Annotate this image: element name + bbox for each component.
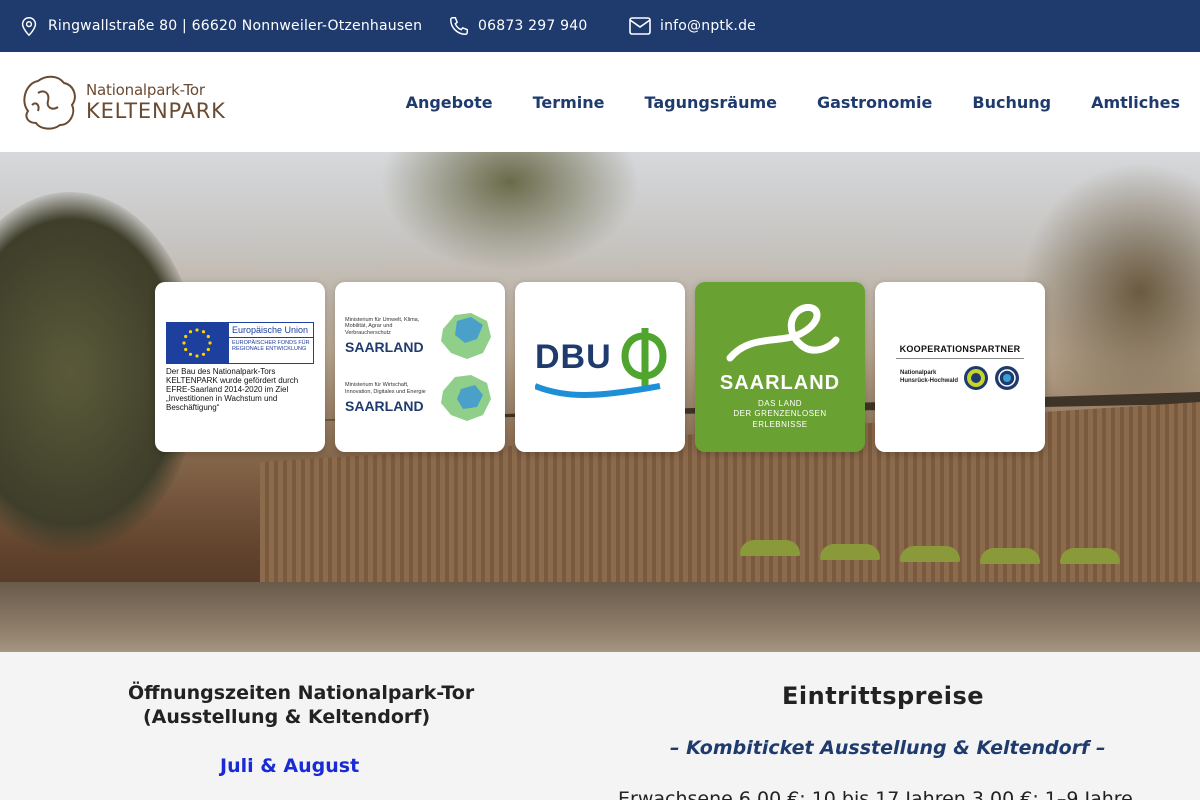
ministerium-wirtschaft-saarland: SAARLAND [345, 398, 424, 415]
ministerium-umwelt-saarland: SAARLAND [345, 339, 424, 356]
info-section: Öffnungszeiten Nationalpark-Tor (Ausstel… [0, 652, 1200, 800]
ministerium-umwelt-text: Ministerium für Umwelt, Klima, Mobilität… [345, 316, 420, 336]
eu-body-text: Der Bau des Nationalpark-Tors KELTENPARK… [166, 366, 299, 413]
phone-icon [450, 17, 468, 35]
partner-card-saarland[interactable]: SAARLAND DAS LAND DER GRENZENLOSEN ERLEB… [695, 282, 865, 452]
hero-umbrella [820, 544, 880, 560]
prices-line: Erwachsene 6,00 €; 10 bis 17 Jahren 3,00… [618, 788, 1133, 800]
saarland-map-icon [441, 375, 491, 421]
opening-hours-title-line-2: (Ausstellung & Keltendorf) [143, 705, 431, 728]
hero-tree-top [380, 152, 640, 272]
nav-item-termine[interactable]: Termine [533, 93, 605, 112]
logo-line-2: KELTENPARK [86, 98, 226, 123]
dbu-leaf-icon [621, 328, 667, 386]
phone-text: 06873 297 940 [478, 18, 588, 34]
unesco-seal-icon [995, 365, 1019, 390]
saarland-slogan-line-1: DAS LAND [757, 398, 802, 408]
dbu-wave-icon [535, 383, 661, 398]
hero-umbrella [900, 546, 960, 562]
eu-flag-icon [166, 321, 228, 364]
partner-card-dbu[interactable]: DBU [515, 282, 685, 452]
nav-item-buchung[interactable]: Buchung [972, 93, 1051, 112]
top-info-bar: Ringwallstraße 80 | 66620 Nonnweiler-Otz… [0, 0, 1200, 52]
partner-card-eu[interactable]: Europäische Union EUROPÄISCHER FONDS FÜR… [155, 282, 325, 452]
logo-line-1: Nationalpark-Tor [86, 80, 205, 99]
partner-logos: Europäische Union EUROPÄISCHER FONDS FÜR… [155, 282, 1045, 452]
email-text: info@nptk.de [660, 18, 756, 34]
hero-umbrella [980, 548, 1040, 564]
site-logo[interactable]: Nationalpark-Tor KELTENPARK [18, 70, 228, 134]
location-pin-icon [21, 17, 37, 37]
prices-title: Eintrittspreise [782, 682, 985, 710]
main-nav: Angebote Termine Tagungsräume Gastronomi… [406, 52, 1180, 152]
nav-item-tagungsraeume[interactable]: Tagungsräume [645, 93, 777, 112]
nationalpark-name-line-1: Nationalpark [899, 370, 937, 377]
eu-title: Europäische Union [229, 323, 313, 338]
nationalpark-name-line-2: Hunsrück-Hochwald [899, 377, 958, 384]
mail-icon [629, 17, 651, 35]
email-info[interactable]: info@nptk.de [628, 0, 756, 52]
saarland-slogan-line-3: ERLEBNISSE [752, 419, 808, 429]
address-text: Ringwallstraße 80 | 66620 Nonnweiler-Otz… [48, 18, 423, 34]
site-header: Nationalpark-Tor KELTENPARK Angebote Ter… [0, 52, 1200, 152]
nav-item-amtliches[interactable]: Amtliches [1091, 93, 1180, 112]
partner-card-kooperation[interactable]: KOOPERATIONSPARTNER Nationalpark Hunsrüc… [875, 282, 1045, 452]
address-info[interactable]: Ringwallstraße 80 | 66620 Nonnweiler-Otz… [18, 0, 422, 52]
nav-item-angebote[interactable]: Angebote [406, 93, 493, 112]
saarland-title: SAARLAND [719, 371, 841, 394]
kooperation-title: KOOPERATIONSPARTNER [899, 343, 1021, 354]
saarland-slogan-line-2: DER GRENZENLOSEN [733, 409, 827, 419]
partner-card-ministerium[interactable]: Ministerium für Umwelt, Klima, Mobilität… [335, 282, 505, 452]
opening-hours-season: Juli & August [220, 755, 360, 777]
celtic-outline-logo-icon [23, 75, 76, 130]
phone-info[interactable]: 06873 297 940 [448, 0, 587, 52]
eu-subtitle: EUROPÄISCHER FONDS FÜR REGIONALE ENTWICK… [232, 339, 310, 353]
hero-image: Europäische Union EUROPÄISCHER FONDS FÜR… [0, 152, 1200, 652]
ministerium-wirtschaft-text: Ministerium für Wirtschaft, Innovation, … [345, 381, 426, 395]
hero-ground [0, 582, 1200, 652]
hero-tree-right [1020, 162, 1200, 422]
prices-subtitle: – Kombiticket Ausstellung & Keltendorf – [670, 737, 1106, 759]
opening-hours-title: Öffnungszeiten Nationalpark-Tor (Ausstel… [128, 682, 498, 730]
saarland-infinity-icon [726, 303, 840, 362]
nav-item-gastronomie[interactable]: Gastronomie [817, 93, 932, 112]
dbu-logo-text: DBU [535, 338, 612, 376]
opening-hours-title-line-1: Öffnungszeiten Nationalpark-Tor [128, 682, 475, 704]
hero-umbrella [1060, 548, 1120, 564]
saarland-map-icon [441, 313, 491, 359]
nationalpark-logo-icon [964, 365, 988, 390]
hero-umbrella [740, 540, 800, 556]
